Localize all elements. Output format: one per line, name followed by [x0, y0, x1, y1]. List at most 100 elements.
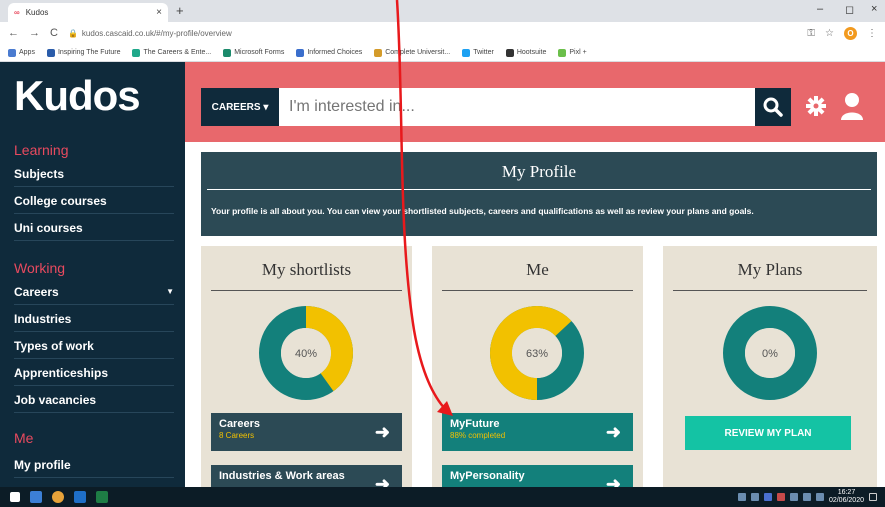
- sidebar-item-uni-courses[interactable]: Uni courses: [14, 215, 174, 241]
- windows-start-icon[interactable]: [10, 492, 20, 502]
- forms-icon: [223, 48, 232, 57]
- section-title-learning: Learning: [14, 142, 69, 158]
- url-field[interactable]: 🔒 kudos.cascaid.co.uk/#/my-profile/overvi…: [68, 29, 807, 38]
- address-bar: ← → C 🔒 kudos.cascaid.co.uk/#/my-profile/…: [0, 22, 885, 44]
- tray-icon[interactable]: [750, 493, 759, 501]
- card-title: Me: [526, 260, 549, 279]
- card-my-shortlists: My shortlists 40% Careers 8 Careers ➜ In…: [201, 246, 412, 503]
- myfuture-button[interactable]: MyFuture 88% completed ➜: [442, 413, 633, 451]
- network-icon[interactable]: [802, 493, 811, 501]
- maximize-icon[interactable]: ◻: [845, 3, 854, 16]
- sidebar-item-my-profile[interactable]: My profile: [14, 452, 174, 478]
- card-me: Me 63% MyFuture 88% completed ➜ MyPerson…: [432, 246, 643, 503]
- new-tab-icon[interactable]: +: [176, 3, 184, 18]
- bookmark-pixl[interactable]: Pixl +: [558, 48, 587, 57]
- close-window-icon[interactable]: ×: [871, 3, 877, 15]
- careers-dropdown-button[interactable]: CAREERS ▾: [201, 88, 279, 126]
- action-title: Careers: [219, 418, 260, 430]
- donut-percent-label: 63%: [526, 348, 548, 360]
- clock[interactable]: 16:27 02/06/2020: [829, 489, 864, 505]
- tray-icon[interactable]: [789, 493, 798, 501]
- review-my-plan-button[interactable]: REVIEW MY PLAN: [685, 416, 851, 450]
- bookmark-inspiring[interactable]: Inspiring The Future: [46, 48, 120, 57]
- divider: [442, 290, 633, 291]
- card-my-plans: My Plans 0% REVIEW MY PLAN: [663, 246, 877, 487]
- search-input[interactable]: [279, 88, 771, 126]
- close-tab-icon[interactable]: ×: [156, 7, 162, 18]
- bookmark-icon: [558, 48, 567, 57]
- reload-icon[interactable]: C: [50, 27, 58, 39]
- system-tray: 16:27 02/06/2020: [737, 489, 885, 505]
- sidebar-item-subjects[interactable]: Subjects: [14, 161, 174, 187]
- apps-icon: [8, 48, 16, 57]
- bookmark-careers[interactable]: The Careers & Ente...: [132, 48, 211, 57]
- sidebar-item-college-courses[interactable]: College courses: [14, 188, 174, 214]
- notification-icon[interactable]: [869, 493, 877, 501]
- bookmark-forms[interactable]: Microsoft Forms: [223, 48, 284, 57]
- minimize-icon[interactable]: –: [817, 3, 823, 15]
- donut-percent-label: 0%: [762, 348, 778, 360]
- bookmark-apps[interactable]: Apps: [8, 48, 35, 57]
- chrome-icon[interactable]: [52, 491, 64, 503]
- gear-icon[interactable]: [805, 95, 827, 117]
- action-title: MyPersonality: [450, 470, 525, 482]
- action-title: MyFuture: [450, 418, 500, 430]
- forward-icon[interactable]: →: [29, 27, 40, 39]
- main-content: My Profile Your profile is all about you…: [185, 142, 885, 503]
- profile-avatar-icon[interactable]: O: [844, 26, 857, 40]
- sidebar-item-apprenticeships[interactable]: Apprenticeships: [14, 360, 174, 386]
- outlook-icon[interactable]: [74, 491, 86, 503]
- star-icon[interactable]: ☆: [825, 28, 834, 39]
- shortlists-donut-chart: 40%: [259, 306, 353, 400]
- menu-icon[interactable]: ⋮: [867, 28, 877, 39]
- divider: [207, 189, 871, 190]
- volume-icon[interactable]: [815, 493, 824, 501]
- browser-tab[interactable]: ∞ Kudos ×: [8, 3, 168, 22]
- action-title: Industries & Work areas: [219, 470, 345, 482]
- bookmark-hootsuite[interactable]: Hootsuite: [505, 48, 546, 57]
- kudos-favicon-icon: ∞: [14, 8, 20, 17]
- sidebar-item-job-vacancies[interactable]: Job vacancies: [14, 387, 174, 413]
- kudos-logo[interactable]: Kudos: [14, 72, 141, 120]
- bookmark-icon: [46, 48, 55, 57]
- bookmark-icon: [296, 48, 305, 57]
- divider: [211, 290, 402, 291]
- action-subtitle: 88% completed: [450, 431, 506, 440]
- screen: ∞ Kudos × + – ◻ × ← → C 🔒 kudos.cascaid.c…: [0, 0, 885, 507]
- sidebar-item-label: Careers: [14, 284, 59, 299]
- key-icon[interactable]: ⚿: [807, 28, 815, 39]
- tray-icon[interactable]: [737, 493, 746, 501]
- search-button[interactable]: [755, 88, 791, 126]
- site-header: CAREERS ▾: [185, 62, 885, 142]
- arrow-right-icon: ➜: [605, 422, 621, 442]
- file-explorer-icon[interactable]: [30, 491, 42, 503]
- tray-icon[interactable]: [763, 493, 772, 501]
- hootsuite-icon: [505, 48, 514, 57]
- sidebar-item-careers[interactable]: Careers ▼: [14, 279, 174, 305]
- tray-icon[interactable]: [776, 493, 785, 501]
- bookmark-icon: [132, 48, 141, 57]
- caret-down-icon: ▼: [166, 287, 174, 296]
- back-icon[interactable]: ←: [8, 27, 19, 39]
- bookmark-informed[interactable]: Informed Choices: [296, 48, 362, 57]
- careers-shortlist-button[interactable]: Careers 8 Careers ➜: [211, 413, 402, 451]
- divider: [673, 290, 867, 291]
- bookmark-twitter[interactable]: Twitter: [462, 48, 494, 57]
- plans-donut-chart: 0%: [723, 306, 817, 400]
- profile-description: Your profile is all about you. You can v…: [211, 206, 754, 216]
- clock-time: 16:27: [837, 489, 856, 496]
- sidebar-item-industries[interactable]: Industries: [14, 306, 174, 332]
- search-bar: CAREERS ▾: [201, 88, 771, 126]
- excel-icon[interactable]: [96, 491, 108, 503]
- section-title-working: Working: [14, 260, 66, 276]
- windows-taskbar: 16:27 02/06/2020: [0, 487, 885, 507]
- browser-tab-strip: ∞ Kudos × + – ◻ ×: [0, 0, 885, 22]
- bookmark-university[interactable]: Complete Universit...: [374, 48, 450, 57]
- sidebar-item-types-of-work[interactable]: Types of work: [14, 333, 174, 359]
- donut-percent-label: 40%: [295, 348, 317, 360]
- user-icon[interactable]: [840, 92, 864, 120]
- section-title-me: Me: [14, 430, 34, 446]
- bookmarks-bar: Apps Inspiring The Future The Careers & …: [0, 44, 885, 62]
- lock-icon: 🔒: [67, 28, 78, 38]
- bookmark-icon: [374, 48, 383, 57]
